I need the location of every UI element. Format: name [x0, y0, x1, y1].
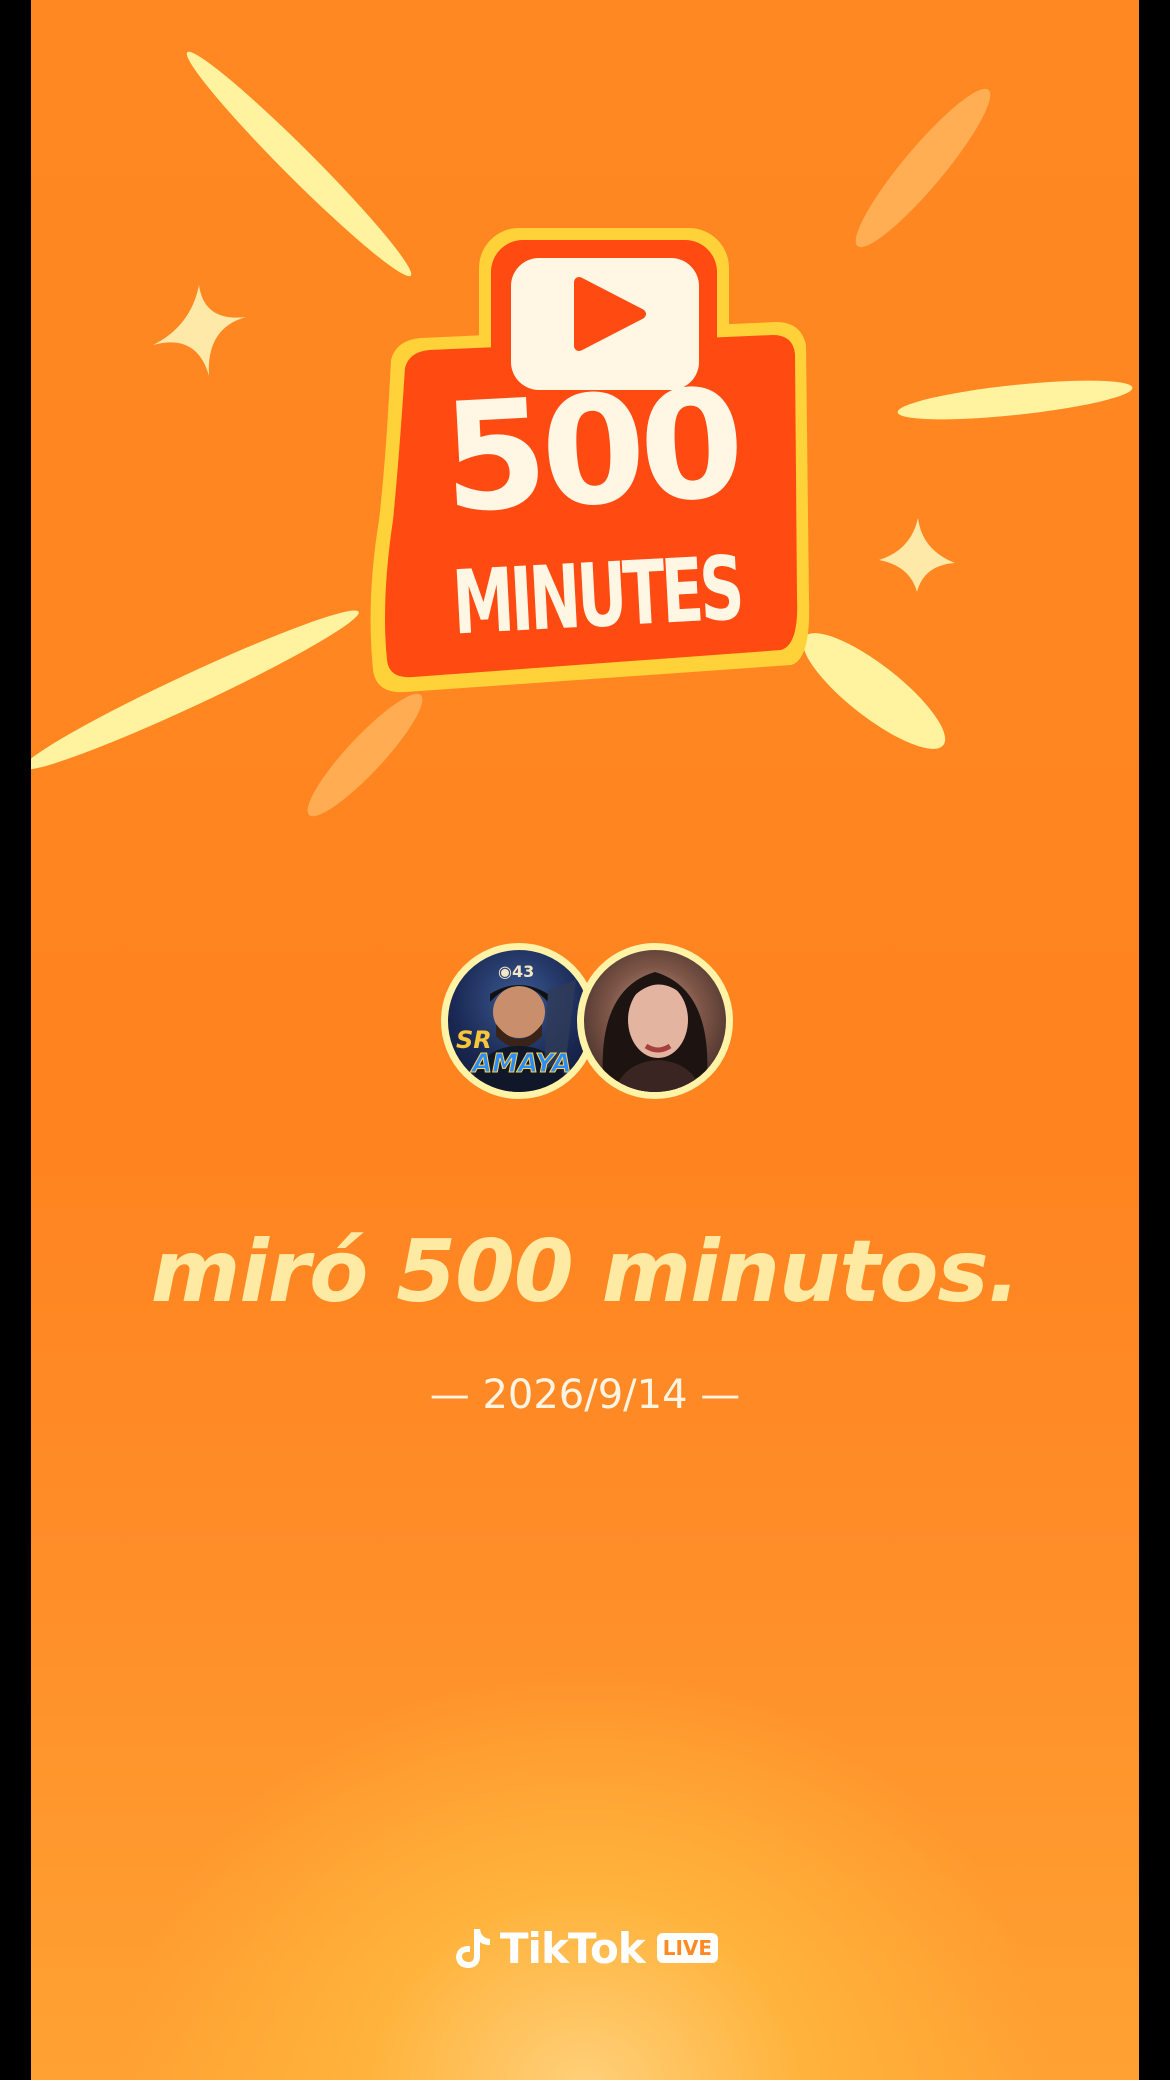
- badge-word: MINUTES: [449, 536, 743, 654]
- live-tag: LIVE: [656, 1933, 719, 1963]
- celebration-card: 500 MINUTES SR AMAYA ◉43 miró 500 minuto…: [31, 0, 1139, 2080]
- left-letterbox: [0, 0, 31, 2080]
- badge-number: 500: [439, 357, 743, 547]
- right-letterbox: [1139, 0, 1170, 2080]
- avatar-viewer-1[interactable]: SR AMAYA ◉43: [441, 943, 597, 1099]
- svg-text:AMAYA: AMAYA: [470, 1049, 572, 1079]
- avatar-viewer-2[interactable]: [577, 943, 733, 1099]
- date-label: — 2026/9/14 —: [429, 1372, 741, 1418]
- tiktok-note-icon: [455, 1929, 490, 1968]
- brand-name: TikTok: [499, 1923, 646, 1973]
- badge-number-wrap: 500: [371, 357, 811, 546]
- tiktok-live-brand: TikTok LIVE: [31, 1918, 1139, 1978]
- avatar-level-badge: ◉43: [498, 962, 535, 981]
- viewer-avatars: SR AMAYA ◉43: [441, 943, 741, 1103]
- avatar-2-art: [602, 972, 708, 1092]
- headline: miró 500 minutos.: [150, 1222, 1021, 1322]
- badge-word-wrap: MINUTES: [381, 535, 811, 655]
